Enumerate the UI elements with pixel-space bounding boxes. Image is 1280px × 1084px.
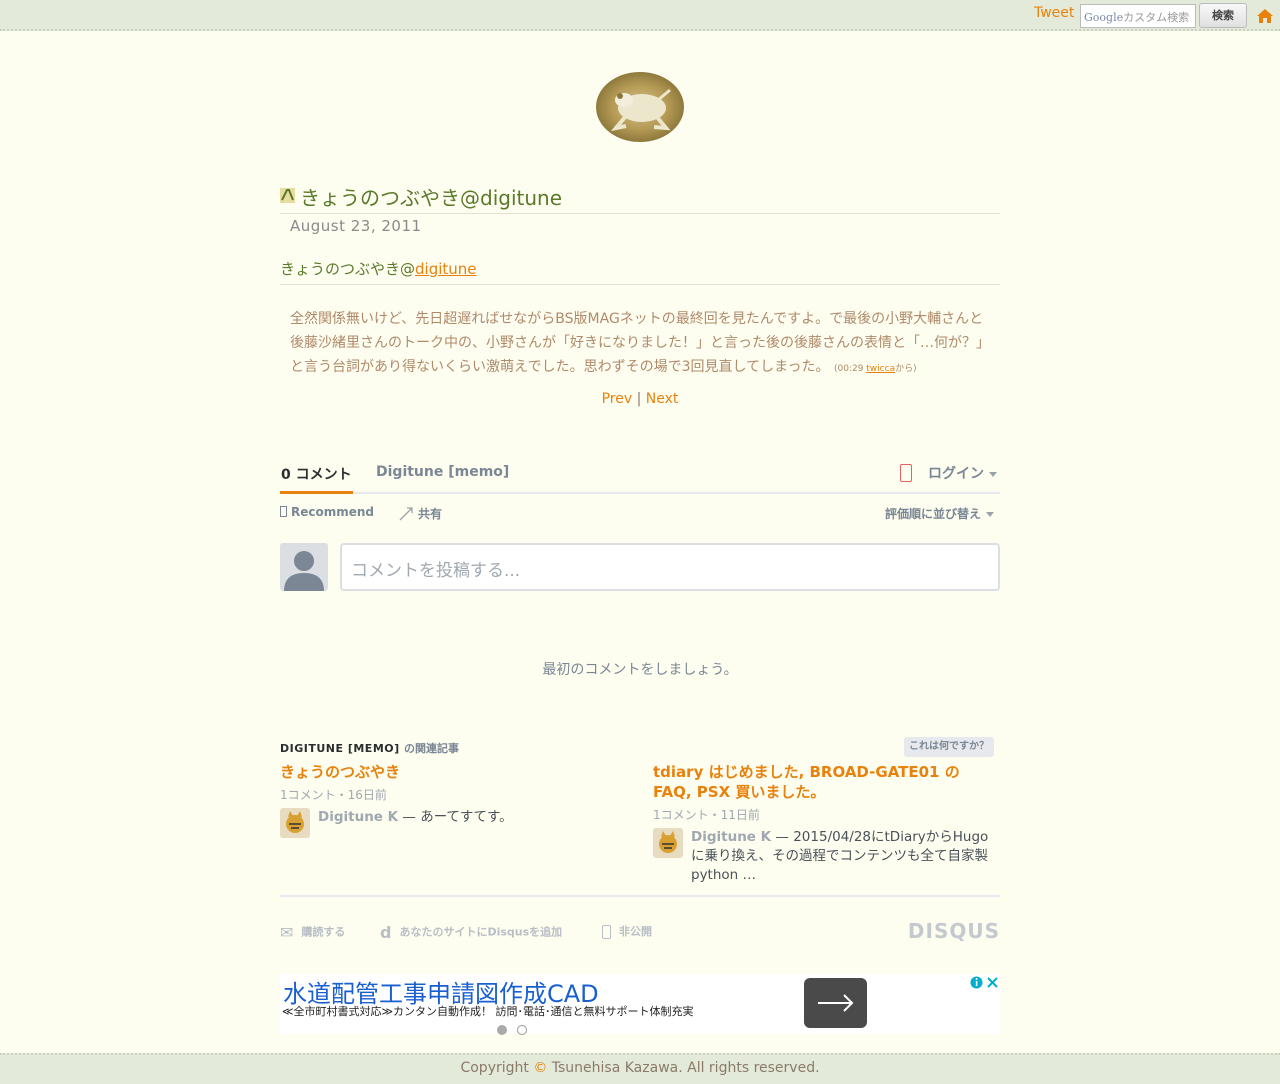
- disqus-logo[interactable]: DISQUS: [908, 919, 1000, 943]
- related-item[interactable]: tdiary はじめました, BROAD-GATE01 の FAQ, PSX 買…: [653, 762, 998, 885]
- tweet-meta-prefix: (00:29: [833, 364, 867, 374]
- sort-menu[interactable]: 評価順に並び替え: [885, 505, 995, 522]
- comment-author[interactable]: Digitune K: [691, 829, 771, 845]
- comment-input[interactable]: コメントを投稿する...: [340, 543, 1000, 591]
- top-bar: Tweet Googleカスタム検索 検索: [0, 0, 1280, 31]
- arrow-right-icon: [818, 994, 854, 1012]
- section-title: きょうのつぶやき@digitune: [280, 258, 1000, 285]
- ad-arrow-button[interactable]: [804, 978, 867, 1028]
- comment-author[interactable]: Digitune K: [318, 809, 398, 825]
- section-title-prefix: きょうのつぶやき@: [280, 260, 416, 278]
- lock-icon: [602, 925, 611, 939]
- login-label: ログイン: [928, 466, 984, 482]
- article-date: August 23, 2011: [290, 217, 422, 235]
- copyright-prefix: Copyright: [460, 1060, 534, 1076]
- login-menu[interactable]: ログイン: [928, 463, 997, 483]
- related-comment: Digitune K — あーてすてす。: [280, 808, 625, 840]
- related-heading: DIGITUNE [MEMO] の関連記事: [280, 740, 459, 756]
- user-silhouette-icon: [284, 551, 324, 591]
- copyright-symbol: ©: [533, 1060, 548, 1076]
- related-title[interactable]: tdiary はじめました, BROAD-GATE01 の FAQ, PSX 買…: [653, 762, 998, 802]
- search-button[interactable]: 検索: [1199, 3, 1247, 28]
- heart-icon: [280, 506, 287, 517]
- google-brand: Google: [1084, 11, 1124, 24]
- frog-logo-image: [610, 88, 671, 132]
- subscribe-label: 購読する: [301, 925, 346, 939]
- what-is-this-button[interactable]: これは何ですか？: [904, 737, 994, 757]
- site-logo[interactable]: [596, 72, 684, 142]
- tweet-meta-suffix: から): [895, 364, 917, 374]
- page-footer: Copyright © Tsunehisa Kazawa. All rights…: [0, 1053, 1280, 1084]
- ad-description: ≪全市町村書式対応≫カンタン自動作成！ 訪問･電話･通信と無料サポート体制充実: [282, 1005, 694, 1018]
- envelope-icon: ✉: [280, 923, 294, 942]
- copyright-text: Tsunehisa Kazawa. All rights reserved.: [547, 1060, 820, 1076]
- search-placeholder: カスタム検索: [1123, 11, 1190, 24]
- pagination: Prev | Next: [280, 391, 1000, 407]
- section-title-link[interactable]: digitune: [415, 260, 477, 278]
- twicca-link[interactable]: twicca: [866, 364, 895, 374]
- avatar: [280, 543, 328, 591]
- advertisement[interactable]: 水道配管工事申請図作成CAD ≪全市町村書式対応≫カンタン自動作成！ 訪問･電話…: [280, 974, 1000, 1035]
- pagination-separator: |: [636, 391, 642, 407]
- tweet-text: 全然関係無いけど、先日超遅ればせながらBS版MAGネットの最終回を見たんですよ。…: [290, 307, 988, 381]
- chevron-down-icon: [989, 471, 997, 477]
- article-title-row: きょうのつぶやき@digitune: [280, 182, 1000, 214]
- privacy-label: 非公開: [619, 925, 652, 938]
- comment-excerpt: — あーてすてす。: [398, 809, 513, 825]
- sort-label: 評価順に並び替え: [885, 507, 982, 521]
- carousel-dot[interactable]: [517, 1025, 527, 1035]
- cat-avatar-icon: [659, 831, 677, 853]
- prev-link[interactable]: Prev: [602, 391, 633, 407]
- share-button[interactable]: 共有: [398, 505, 442, 522]
- tab-comments[interactable]: 0 コメント: [280, 464, 353, 494]
- share-label: 共有: [418, 507, 443, 521]
- tweet-bird-icon: [280, 188, 295, 203]
- privacy-link[interactable]: 非公開: [602, 923, 652, 939]
- ad-carousel-dots: [497, 1020, 537, 1039]
- avatar: [653, 828, 683, 858]
- cat-avatar-icon: [286, 811, 304, 833]
- disqus-tabs: 0 コメント Digitune [memo] ログイン: [280, 460, 1000, 494]
- avatar: [280, 808, 310, 838]
- home-icon[interactable]: [1256, 8, 1274, 24]
- related-meta: 1コメント・16日前: [280, 788, 387, 802]
- subscribe-link[interactable]: ✉ 購読する: [280, 923, 345, 942]
- ad-info-icon[interactable]: [969, 975, 1000, 990]
- disqus-footer: ✉ 購読する d あなたのサイトにDisqusを追加 非公開 DISQUS: [280, 895, 1000, 955]
- related-comment: Digitune K — 2015/04/28にtDiaryからHugoに乗り換…: [653, 828, 998, 885]
- related-title[interactable]: きょうのつぶやき: [280, 762, 625, 782]
- recommend-label: Recommend: [291, 505, 375, 519]
- disqus-d-icon: d: [380, 923, 392, 942]
- chevron-down-icon: [986, 512, 995, 517]
- tab-site[interactable]: Digitune [memo]: [376, 464, 509, 480]
- related-item[interactable]: きょうのつぶやき 1コメント・16日前 Digitune K — あーてすてす。: [280, 762, 625, 840]
- related-label: の関連記事: [404, 742, 459, 755]
- related-meta: 1コメント・11日前: [653, 808, 760, 822]
- tweet-meta: (00:29 twiccaから): [834, 364, 917, 374]
- article-title[interactable]: きょうのつぶやき@digitune: [300, 182, 562, 211]
- empty-comments-message: 最初のコメントをしましょう。: [542, 662, 738, 678]
- add-disqus-label: あなたのサイトにDisqusを追加: [399, 925, 563, 939]
- search-input[interactable]: Googleカスタム検索: [1080, 4, 1196, 28]
- related-site-name: DIGITUNE [MEMO]: [280, 742, 400, 755]
- share-icon: [399, 507, 413, 521]
- next-link[interactable]: Next: [646, 391, 679, 407]
- add-disqus-link[interactable]: d あなたのサイトにDisqusを追加: [380, 923, 562, 942]
- recommend-button[interactable]: Recommend: [280, 505, 374, 519]
- carousel-dot[interactable]: [497, 1025, 507, 1035]
- tweet-button[interactable]: Tweet: [1034, 5, 1074, 21]
- notification-icon[interactable]: [900, 464, 912, 482]
